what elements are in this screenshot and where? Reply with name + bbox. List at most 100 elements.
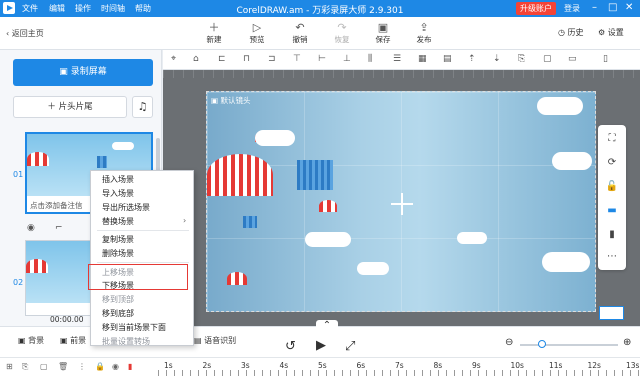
menu-delete-scene[interactable]: 删除场景 — [102, 248, 134, 259]
background-tab[interactable]: ▣ 背景 — [18, 335, 44, 346]
chevron-up-icon[interactable]: ⌃ — [316, 320, 338, 331]
maximize-icon[interactable]: □ — [608, 2, 617, 14]
minimize-icon[interactable]: – — [592, 2, 597, 14]
panel-toggle-icon[interactable]: ▯ — [603, 54, 608, 64]
scene-number: 02 — [13, 278, 24, 287]
align-top-icon[interactable]: ⊤ — [293, 54, 301, 64]
scene-transition-icon[interactable]: ⌐ — [55, 223, 63, 233]
redo-button[interactable]: ↷ 恢复 — [327, 21, 357, 45]
back-home-button[interactable]: ‹ 返回主页 — [6, 28, 44, 39]
rotate-icon[interactable]: ⟳ — [598, 157, 626, 168]
align-right-icon[interactable]: ⊐ — [268, 54, 276, 64]
menu-move-to-top: 移到顶部 — [102, 295, 134, 304]
layer-down-icon[interactable]: ⇣ — [493, 54, 501, 64]
timeline-tick-label: 6s — [356, 361, 366, 370]
menu-insert-scene[interactable]: 插入场景 — [102, 174, 134, 185]
align-left-icon[interactable]: ⊏ — [218, 54, 226, 64]
delete-icon[interactable]: 🗑 — [58, 362, 68, 371]
align-bottom-icon[interactable]: ⊥ — [343, 54, 351, 64]
phone-icon[interactable]: ▮ — [598, 229, 626, 240]
scene-play-icon[interactable]: ◉ — [27, 223, 35, 233]
new-button[interactable]: ＋新建 — [199, 21, 229, 45]
intro-outro-button[interactable]: ＋ 片头片尾 — [13, 96, 127, 118]
preview-button[interactable]: ▷ 预览 — [242, 21, 272, 45]
cloud-image — [457, 232, 487, 244]
timeline-tick-label: 7s — [395, 361, 404, 370]
foreground-tab[interactable]: ▣ 前景 — [60, 335, 86, 346]
more-icon[interactable]: ⋯ — [598, 251, 626, 262]
lock-icon[interactable]: 🔒 — [95, 362, 105, 371]
new-label: 新建 — [206, 35, 222, 44]
camera-label: ▣ 默认镜头 — [211, 96, 251, 105]
distribute-v-icon[interactable]: ☰ — [393, 54, 401, 64]
lock-icon[interactable]: 🔓 — [598, 181, 626, 192]
copy-icon[interactable]: ⎘ — [22, 362, 28, 372]
add-icon[interactable]: ⊞ — [6, 362, 13, 371]
align-center-icon[interactable]: ⊓ — [243, 54, 250, 64]
copy-icon[interactable]: ⎘ — [518, 54, 525, 64]
submenu-arrow-icon: › — [183, 216, 187, 225]
menu-import-scene[interactable]: 导入场景 — [102, 188, 134, 199]
menu-copy-scene[interactable]: 复制场景 — [102, 234, 134, 245]
timeline-ruler — [158, 370, 640, 376]
group-icon[interactable]: ▦ — [418, 54, 427, 64]
scene-caption[interactable]: 点击添加备注信 — [30, 200, 83, 211]
right-toolbar: ⛶ ⟳ 🔓 ▬ ▮ ⋯ — [598, 125, 626, 270]
eye-icon[interactable]: ◉ — [112, 362, 119, 371]
expand-icon[interactable]: ⤢ — [345, 339, 355, 354]
ungroup-icon[interactable]: ▤ — [443, 54, 452, 64]
split-icon[interactable]: ⋮ — [78, 362, 86, 371]
fullscreen-icon[interactable]: ⛶ — [598, 133, 626, 144]
frame-icon[interactable]: ▭ — [568, 54, 577, 64]
zoom-out-icon[interactable]: ⊖ — [505, 337, 513, 348]
distribute-h-icon[interactable]: ⫼ — [368, 54, 372, 64]
record-label: 录制屏幕 — [70, 67, 107, 77]
speech-recognition-tab[interactable]: ▤ 语音识别 — [194, 335, 236, 346]
record-screen-button[interactable]: ▣ 录制屏幕 — [13, 59, 153, 86]
menu-export-selected-scene[interactable]: 导出所选场景 — [102, 202, 150, 213]
menu-move-below-current[interactable]: 移到当前场景下面 — [102, 322, 166, 333]
settings-button[interactable]: ⚙ 设置 — [598, 27, 624, 38]
scene-number: 01 — [13, 170, 24, 179]
redo-icon: ↷ — [337, 21, 347, 34]
timeline-tick-label: 9s — [472, 361, 481, 370]
history-button[interactable]: ◷ 历史 — [558, 27, 584, 38]
zoom-slider[interactable] — [520, 340, 618, 348]
foreground-label: 前景 — [70, 336, 87, 345]
timeline-tick-label: 5s — [318, 361, 327, 370]
save-button[interactable]: ▣ 保存 — [368, 21, 398, 45]
home-icon[interactable]: ⌂ — [193, 54, 199, 64]
background-label: 背景 — [28, 336, 45, 345]
undo-button[interactable]: ↶ 撤销 — [285, 21, 315, 45]
music-note-icon: ♫ — [137, 100, 148, 113]
menu-move-to-bottom[interactable]: 移到底部 — [102, 308, 134, 319]
preview-label: 预览 — [249, 35, 265, 44]
upgrade-account-button[interactable]: 升级账户 — [516, 2, 556, 15]
align-middle-icon[interactable]: ⊢ — [318, 54, 326, 64]
horizontal-ruler — [163, 70, 640, 78]
foreground-icon: ▣ — [60, 336, 68, 345]
zoom-knob[interactable] — [538, 340, 546, 348]
cloud-image — [255, 130, 295, 146]
layout-toggle-icon[interactable] — [599, 306, 624, 320]
menu-replace-scene[interactable]: 替换场景 — [102, 216, 134, 227]
crop-icon[interactable]: ⌖ — [171, 54, 176, 64]
play-icon[interactable]: ▶ — [316, 338, 326, 353]
publish-button[interactable]: ⇪ 发布 — [409, 21, 439, 45]
speech-recognition-label: 语音识别 — [204, 336, 237, 345]
layer-up-icon[interactable]: ⇡ — [468, 54, 476, 64]
monitor-icon[interactable]: ▬ — [598, 205, 626, 216]
rewind-icon[interactable]: ↺ — [285, 339, 296, 354]
cloud-image — [552, 152, 592, 170]
paste-icon[interactable]: ▢ — [543, 54, 552, 64]
record-icon: ▣ — [59, 67, 68, 77]
history-label: 历史 — [567, 28, 584, 37]
main-toolbar: ‹ 返回主页 ＋新建 ▷ 预览 ↶ 撤销 ↷ 恢复 ▣ 保存 ⇪ 发布 ◷ 历史 ⚙ 设置 — [0, 17, 640, 50]
zoom-in-icon[interactable]: ⊕ — [623, 337, 631, 348]
music-button[interactable]: ♫ — [132, 96, 153, 118]
close-icon[interactable]: ✕ — [625, 2, 633, 14]
login-link[interactable]: 登录 — [564, 3, 580, 14]
paste-icon[interactable]: ▢ — [40, 362, 48, 371]
marker-icon[interactable]: ▮ — [128, 362, 132, 371]
cloud-image — [357, 262, 389, 275]
